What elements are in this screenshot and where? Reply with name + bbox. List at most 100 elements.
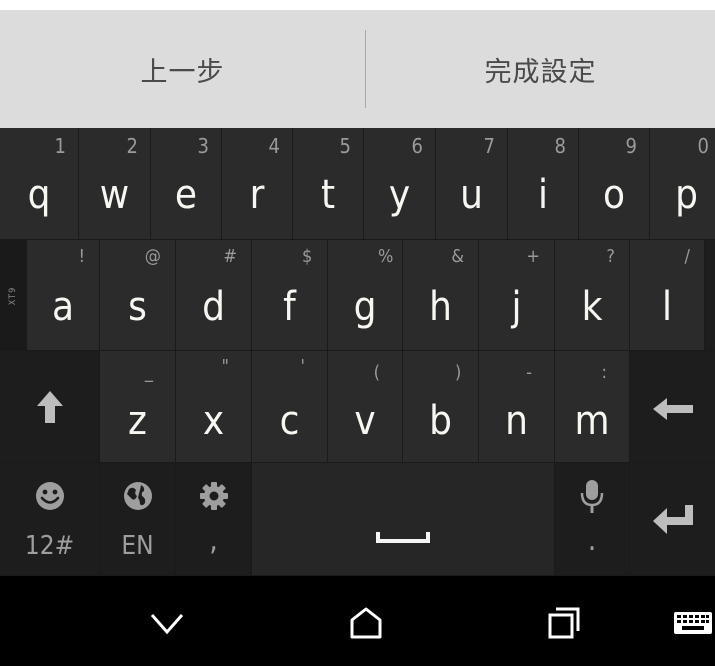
home-icon[interactable] bbox=[344, 601, 388, 645]
key-j[interactable]: + j bbox=[479, 240, 555, 351]
back-chevron-icon[interactable] bbox=[145, 601, 189, 645]
key-label: c bbox=[279, 398, 300, 444]
gear-icon bbox=[176, 481, 251, 511]
key-hint: 7 bbox=[483, 134, 495, 158]
key-label: j bbox=[511, 284, 522, 330]
key-hint: 5 bbox=[339, 134, 351, 158]
key-h[interactable]: & h bbox=[403, 240, 479, 351]
symbols-key[interactable]: 12# bbox=[0, 463, 100, 576]
key-d[interactable]: # d bbox=[176, 240, 252, 351]
key-m[interactable]: : m bbox=[555, 351, 630, 463]
key-r[interactable]: 4 r bbox=[222, 128, 293, 240]
language-label: EN bbox=[121, 531, 154, 561]
key-hint: % bbox=[378, 246, 394, 267]
keyboard: 1 q 2 w 3 e 4 r 5 t 6 y 7 u 8 i 9 o 0 p … bbox=[0, 128, 715, 576]
key-hint: 2 bbox=[126, 134, 138, 158]
key-label: v bbox=[354, 398, 376, 444]
settings-comma-label: , bbox=[209, 523, 218, 558]
key-label: i bbox=[538, 172, 548, 218]
key-t[interactable]: 5 t bbox=[293, 128, 364, 240]
key-hint: ) bbox=[455, 362, 462, 383]
key-v[interactable]: ( v bbox=[328, 351, 403, 463]
key-l[interactable]: / l bbox=[630, 240, 705, 351]
key-u[interactable]: 7 u bbox=[436, 128, 508, 240]
backspace-key[interactable] bbox=[630, 351, 715, 463]
key-x[interactable]: " x bbox=[176, 351, 252, 463]
key-label: z bbox=[128, 398, 147, 444]
shift-arrow-up-icon bbox=[0, 389, 99, 425]
microphone-icon bbox=[555, 479, 629, 515]
key-hint: 6 bbox=[411, 134, 423, 158]
key-label: h bbox=[429, 284, 452, 330]
key-z[interactable]: _ z bbox=[100, 351, 176, 463]
key-c[interactable]: ' c bbox=[252, 351, 328, 463]
key-label: l bbox=[662, 284, 672, 330]
keyboard-switch-icon[interactable] bbox=[671, 601, 715, 645]
settings-key[interactable]: , bbox=[176, 463, 252, 576]
key-hint: _ bbox=[144, 362, 153, 383]
key-hint: ' bbox=[300, 356, 305, 377]
key-hint: / bbox=[684, 246, 690, 267]
symbols-label: 12# bbox=[24, 531, 75, 561]
key-label: t bbox=[320, 172, 336, 218]
key-n[interactable]: - n bbox=[479, 351, 555, 463]
key-label: g bbox=[353, 284, 377, 330]
key-label: x bbox=[202, 398, 225, 444]
key-row-edge bbox=[705, 240, 715, 351]
key-label: b bbox=[429, 398, 452, 444]
key-q[interactable]: 1 q bbox=[0, 128, 79, 240]
key-hint: ( bbox=[373, 362, 380, 383]
key-b[interactable]: ) b bbox=[403, 351, 479, 463]
back-button[interactable]: 上一步 bbox=[0, 10, 365, 128]
key-k[interactable]: ? k bbox=[555, 240, 630, 351]
globe-icon bbox=[100, 481, 175, 511]
key-hint: $ bbox=[302, 246, 313, 267]
key-hint: ! bbox=[78, 246, 86, 267]
language-key[interactable]: EN bbox=[100, 463, 176, 576]
key-hint: 9 bbox=[625, 134, 637, 158]
key-f[interactable]: $ f bbox=[252, 240, 328, 351]
key-label: a bbox=[51, 284, 75, 330]
key-label: o bbox=[602, 172, 625, 218]
key-hint: 0 bbox=[697, 134, 709, 158]
key-hint: 3 bbox=[197, 134, 209, 158]
xt9-mode-indicator[interactable]: XT9 bbox=[0, 240, 27, 352]
key-label: w bbox=[99, 172, 130, 218]
key-hint: + bbox=[526, 246, 540, 267]
key-p[interactable]: 0 p bbox=[650, 128, 715, 240]
key-label: k bbox=[581, 284, 603, 330]
key-w[interactable]: 2 w bbox=[79, 128, 151, 240]
key-label: m bbox=[574, 398, 610, 444]
finish-setup-button[interactable]: 完成設定 bbox=[366, 10, 715, 128]
key-s[interactable]: @ s bbox=[100, 240, 176, 351]
enter-key[interactable] bbox=[630, 463, 715, 576]
key-hint: - bbox=[526, 362, 532, 383]
space-key[interactable] bbox=[252, 463, 555, 576]
key-hint: # bbox=[223, 246, 237, 267]
key-a[interactable]: ! a bbox=[27, 240, 100, 351]
smiley-icon bbox=[0, 481, 99, 511]
key-label: r bbox=[249, 172, 265, 218]
key-label: d bbox=[202, 284, 225, 330]
key-label: n bbox=[505, 398, 528, 444]
mic-period-label: . bbox=[587, 523, 597, 558]
key-g[interactable]: % g bbox=[328, 240, 403, 351]
recents-icon[interactable] bbox=[542, 601, 586, 645]
key-o[interactable]: 9 o bbox=[579, 128, 650, 240]
space-bar-icon bbox=[252, 531, 554, 543]
key-label: s bbox=[128, 284, 147, 330]
key-i[interactable]: 8 i bbox=[508, 128, 579, 240]
key-hint: @ bbox=[144, 246, 161, 267]
key-hint: " bbox=[221, 356, 229, 377]
system-nav-bar bbox=[0, 576, 715, 666]
key-e[interactable]: 3 e bbox=[151, 128, 222, 240]
key-label: q bbox=[27, 172, 51, 218]
backspace-arrow-left-icon bbox=[630, 397, 715, 421]
mic-key[interactable]: . bbox=[555, 463, 630, 576]
key-y[interactable]: 6 y bbox=[364, 128, 436, 240]
shift-key[interactable] bbox=[0, 351, 100, 463]
key-hint: 4 bbox=[268, 134, 280, 158]
key-label: y bbox=[388, 172, 411, 218]
key-label: u bbox=[460, 172, 483, 218]
key-hint: & bbox=[451, 246, 464, 267]
